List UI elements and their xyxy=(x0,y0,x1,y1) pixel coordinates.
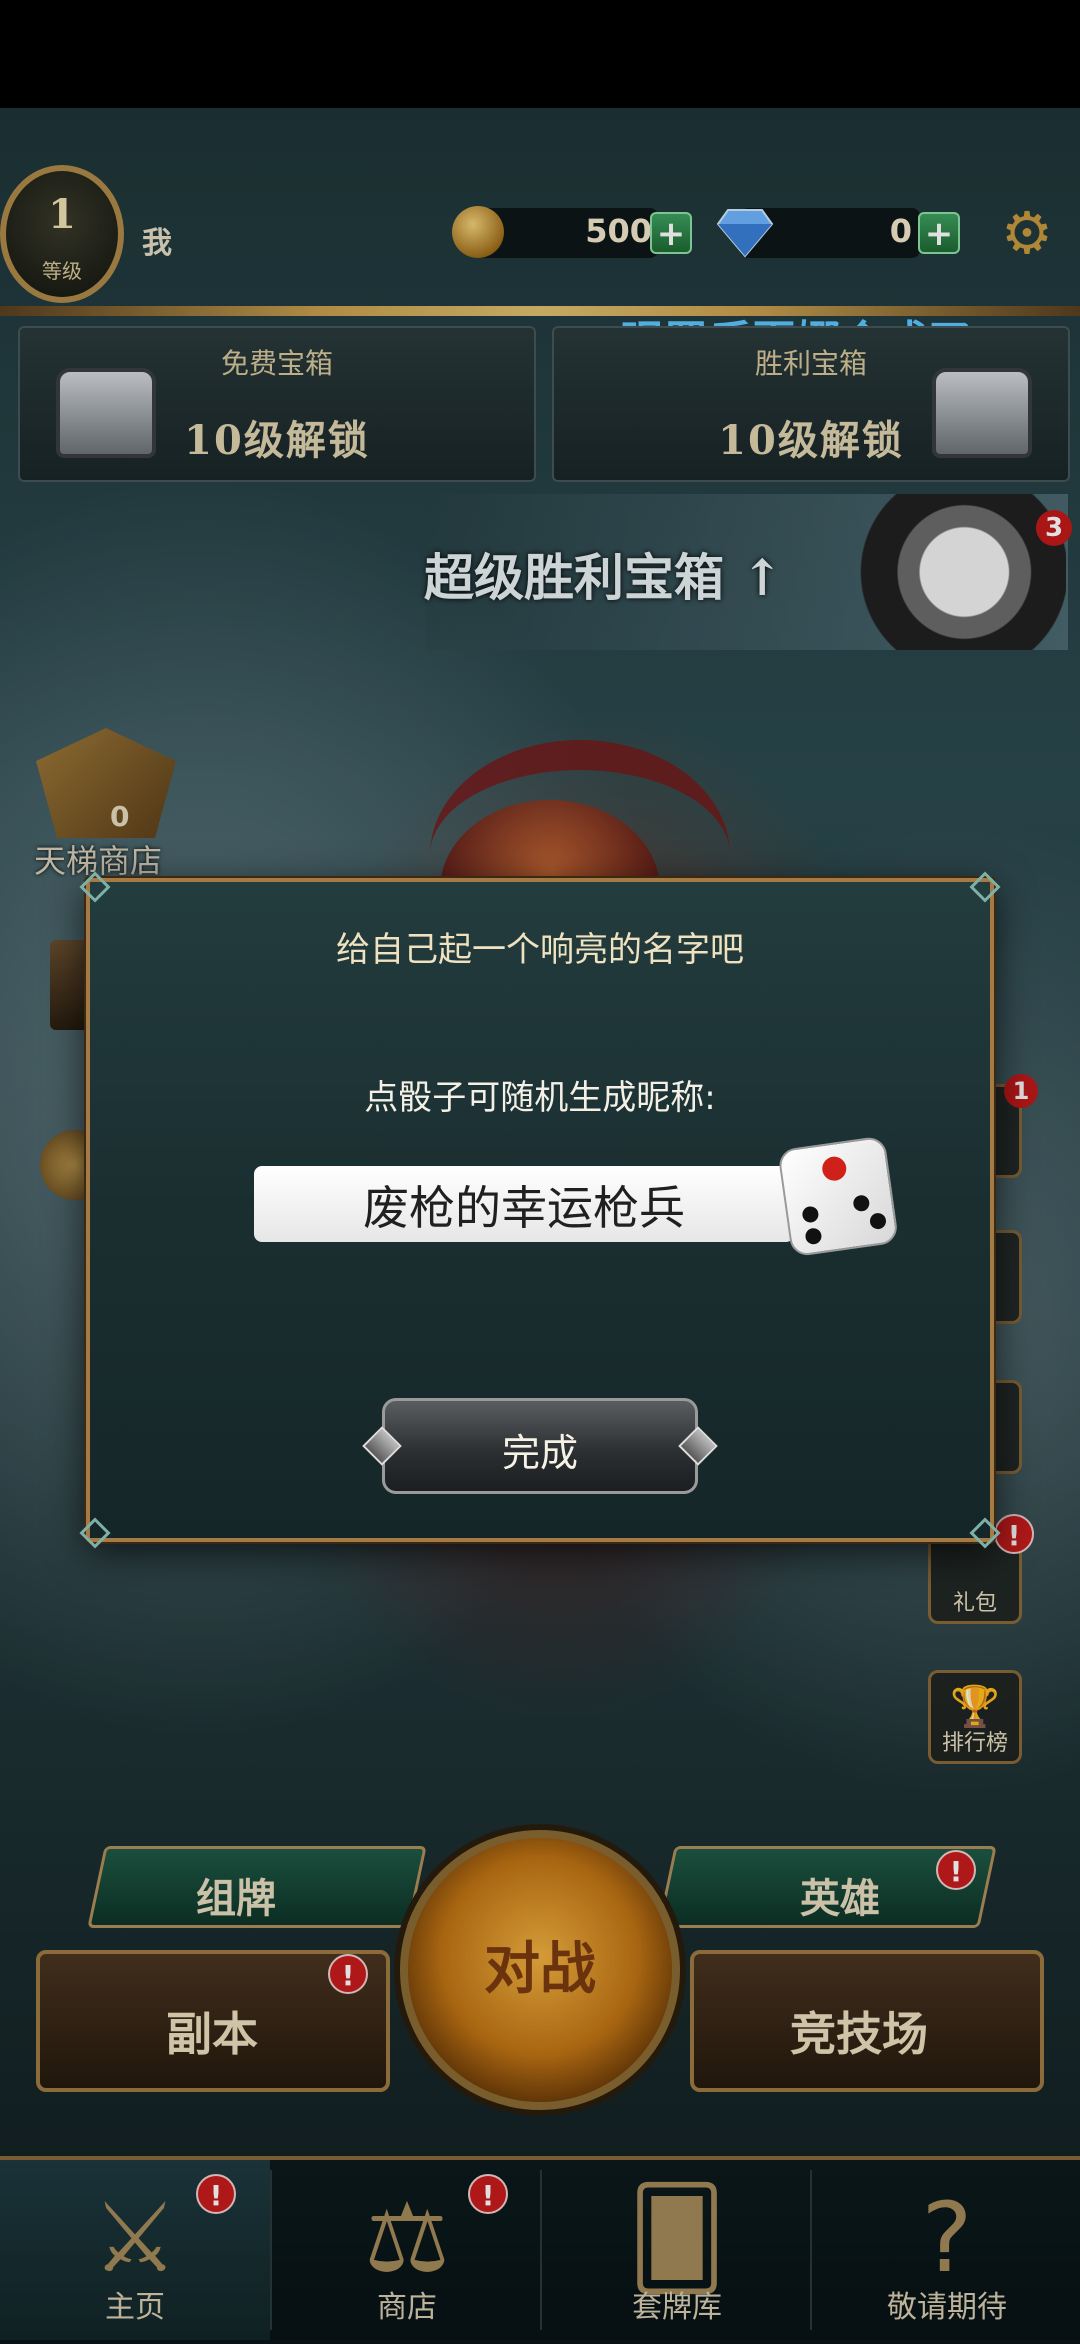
dialog-prompt: 点骰子可随机生成昵称: xyxy=(364,1078,716,1118)
dice-pip xyxy=(820,1155,848,1183)
status-bar xyxy=(0,0,1080,108)
dice-pip xyxy=(868,1212,888,1231)
dice-pip xyxy=(801,1205,820,1224)
nickname-input[interactable]: 废枪的幸运枪兵 xyxy=(254,1166,794,1242)
done-button-label: 完成 xyxy=(501,1431,578,1475)
dice-icon[interactable] xyxy=(765,1119,916,1270)
done-button[interactable]: 完成 xyxy=(362,1398,718,1502)
dice-pip xyxy=(852,1194,871,1213)
nickname-value: 废枪的幸运枪兵 xyxy=(363,1181,685,1235)
dialog-title: 给自己起一个响亮的名字吧 xyxy=(336,930,744,970)
dice-face xyxy=(777,1135,900,1258)
name-dialog: 给自己起一个响亮的名字吧 点骰子可随机生成昵称: 废枪的幸运枪兵 完成 xyxy=(79,871,1001,1549)
dice-pip xyxy=(804,1227,823,1246)
